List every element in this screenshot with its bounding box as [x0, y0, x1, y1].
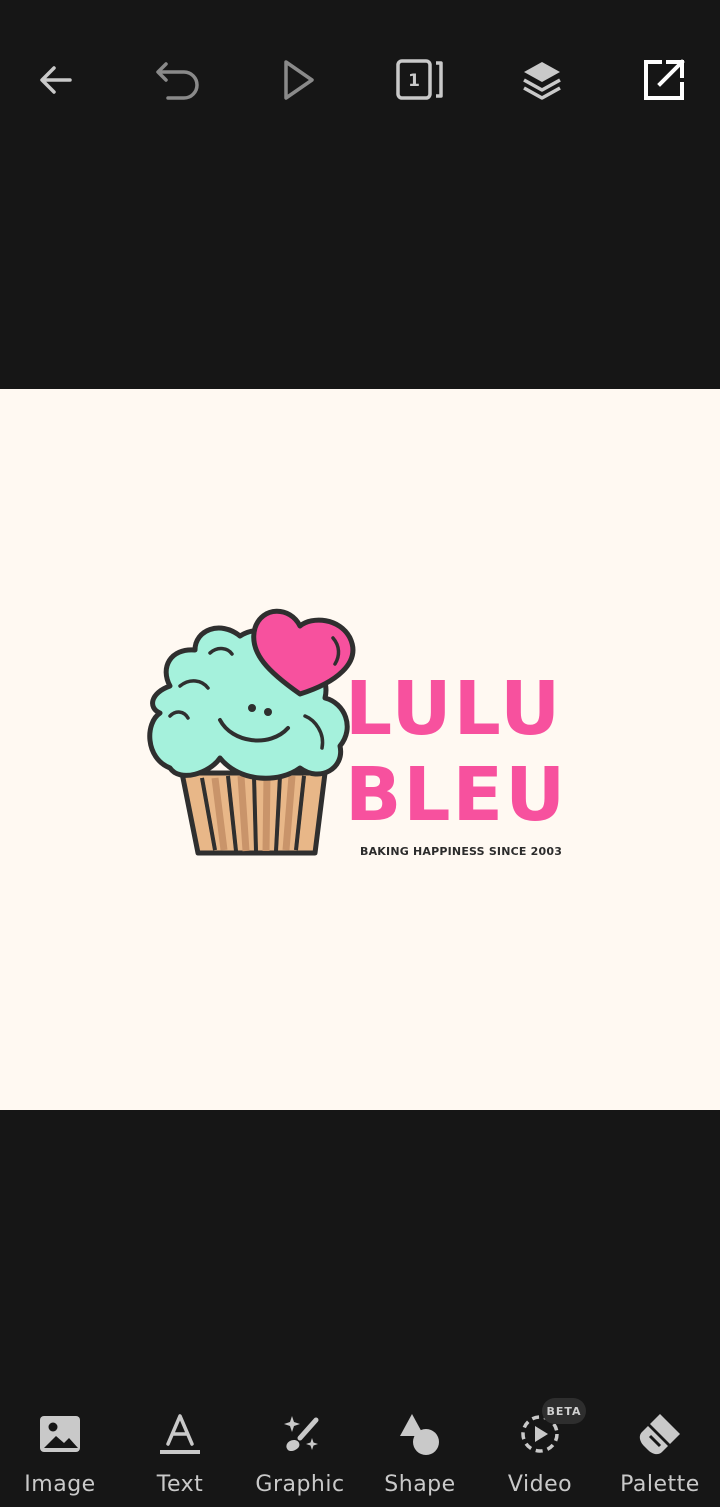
brand-name-line-2[interactable]: BLEU [345, 758, 567, 832]
back-arrow-icon [40, 66, 72, 94]
palette-label: Palette [620, 1472, 700, 1497]
text-icon [160, 1414, 200, 1454]
play-button[interactable] [268, 50, 328, 110]
palette-icon [639, 1414, 680, 1455]
top-toolbar: 1 [0, 0, 720, 160]
layers-icon [523, 62, 561, 100]
video-beta-badge: BETA [542, 1398, 586, 1424]
shape-label: Shape [384, 1472, 456, 1497]
add-image-button[interactable]: Image [0, 1410, 120, 1505]
add-graphic-button[interactable]: Graphic [240, 1410, 360, 1505]
image-label: Image [24, 1472, 96, 1497]
graphic-label: Graphic [255, 1472, 345, 1497]
brand-tagline[interactable]: BAKING HAPPINESS SINCE 2003 [360, 845, 562, 858]
back-button[interactable] [26, 50, 86, 110]
shape-icon [400, 1414, 439, 1455]
add-text-button[interactable]: Text [120, 1410, 240, 1505]
add-shape-button[interactable]: Shape [360, 1410, 480, 1505]
cupcake-logo[interactable] [140, 598, 370, 868]
palette-button[interactable]: Palette [600, 1410, 720, 1505]
play-icon [284, 60, 314, 100]
image-icon [40, 1416, 80, 1452]
pages-icon: 1 [396, 59, 443, 100]
page-count: 1 [408, 71, 420, 91]
undo-icon [156, 62, 199, 100]
editor-app: 1 LULU BLEU BAKING HAPPINESS SINCE 2003 … [0, 0, 720, 1507]
pages-button[interactable]: 1 [390, 50, 450, 110]
bottom-toolbar: Image Text Graphic Shape Video Palette [0, 1390, 720, 1507]
brand-name-line-1[interactable]: LULU [345, 672, 562, 746]
share-icon [644, 59, 685, 100]
text-label: Text [156, 1472, 204, 1497]
add-video-button[interactable]: Video [480, 1410, 600, 1505]
undo-button[interactable] [148, 50, 208, 110]
graphic-icon [284, 1416, 319, 1452]
share-button[interactable] [634, 50, 694, 110]
layers-button[interactable] [512, 50, 572, 110]
video-label: Video [507, 1472, 573, 1497]
